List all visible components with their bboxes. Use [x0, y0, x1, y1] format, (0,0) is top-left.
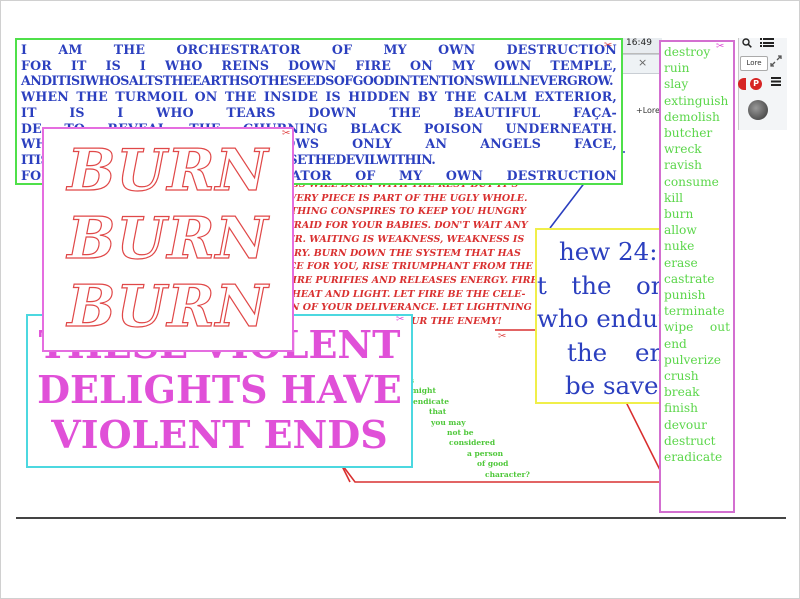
verb-item: finish [664, 401, 698, 416]
manifesto-line: ANDITISIWHOSALTSTHEEARTHSOTHESEEDSOFGOOD… [21, 73, 614, 89]
verb-item: consume [664, 174, 719, 189]
question-cascade: es might endicate that you may not be co… [405, 376, 530, 480]
verb-item: terminate [664, 304, 725, 319]
scissors-icon[interactable]: ✂ [282, 128, 290, 139]
burn-word: BURN [67, 204, 269, 272]
scissors-icon[interactable]: ✂ [396, 314, 404, 325]
baseline-divider [16, 517, 786, 519]
verb-item: demolish [664, 109, 720, 124]
verb-item: punish [664, 288, 706, 303]
verb-item: pulverize [664, 352, 722, 367]
verb-item: extinguish [664, 93, 729, 108]
burn-box: BURN BURN BURN [42, 127, 294, 352]
verb-item: eradicate [664, 450, 723, 465]
manifesto-line: I AM THE ORCHESTRATOR OF MY OWN DESTRUCT… [21, 42, 617, 57]
verb-item: crush [664, 369, 699, 384]
violent-line: DELIGHTS HAVE [37, 367, 402, 412]
scissors-icon[interactable]: ✂ [498, 331, 506, 342]
cascade-line: es [405, 376, 530, 386]
cascade-line: that [429, 407, 447, 417]
manifesto-line: IT IS I WHO TEARS DOWN THE BEAUTIFUL FAÇ… [21, 104, 617, 120]
cascade-line: of good [477, 459, 509, 469]
verb-item: break [664, 385, 700, 400]
manifesto-line: FOR IT IS I WHO REINS DOWN FIRE ON MY OW… [21, 57, 617, 73]
violent-line: VIOLENT ENDS [51, 412, 388, 457]
verb-column: destroy ruin slay extinguish demolish bu… [659, 40, 735, 513]
cascade-line: character? [485, 469, 530, 479]
scissors-icon[interactable]: ✂ [716, 41, 724, 52]
verb-item: kill [664, 190, 684, 205]
verb-item: ravish [664, 158, 702, 173]
verb-item: wreck [664, 142, 702, 157]
verb-item: ruin [664, 61, 690, 76]
verb-item: erase [664, 255, 698, 270]
burn-word: BURN [67, 136, 269, 204]
verb-item: destruct [664, 433, 716, 448]
verb-item: slay [664, 77, 689, 92]
verb-item: wipe out [664, 320, 730, 335]
verb-item: burn [664, 207, 694, 222]
verb-item: butcher [664, 126, 713, 141]
verb-item: devour [664, 417, 707, 432]
verb-item: castrate [664, 271, 715, 286]
cascade-line: endicate [413, 396, 449, 406]
verb-item: nuke [664, 239, 695, 254]
cascade-line: considered [449, 438, 496, 448]
scissors-icon[interactable]: ✂ [604, 40, 612, 51]
verb-item: allow [664, 223, 697, 238]
verb-item: end [664, 336, 687, 351]
manifesto-line: WHEN THE TURMOIL ON THE INSIDE IS HIDDEN… [21, 89, 617, 105]
cascade-line: not be [447, 428, 474, 438]
cascade-line: a person [467, 448, 504, 458]
burn-word: BURN [67, 272, 269, 340]
cascade-line: might [411, 386, 436, 396]
cascade-line: you may [431, 417, 466, 427]
